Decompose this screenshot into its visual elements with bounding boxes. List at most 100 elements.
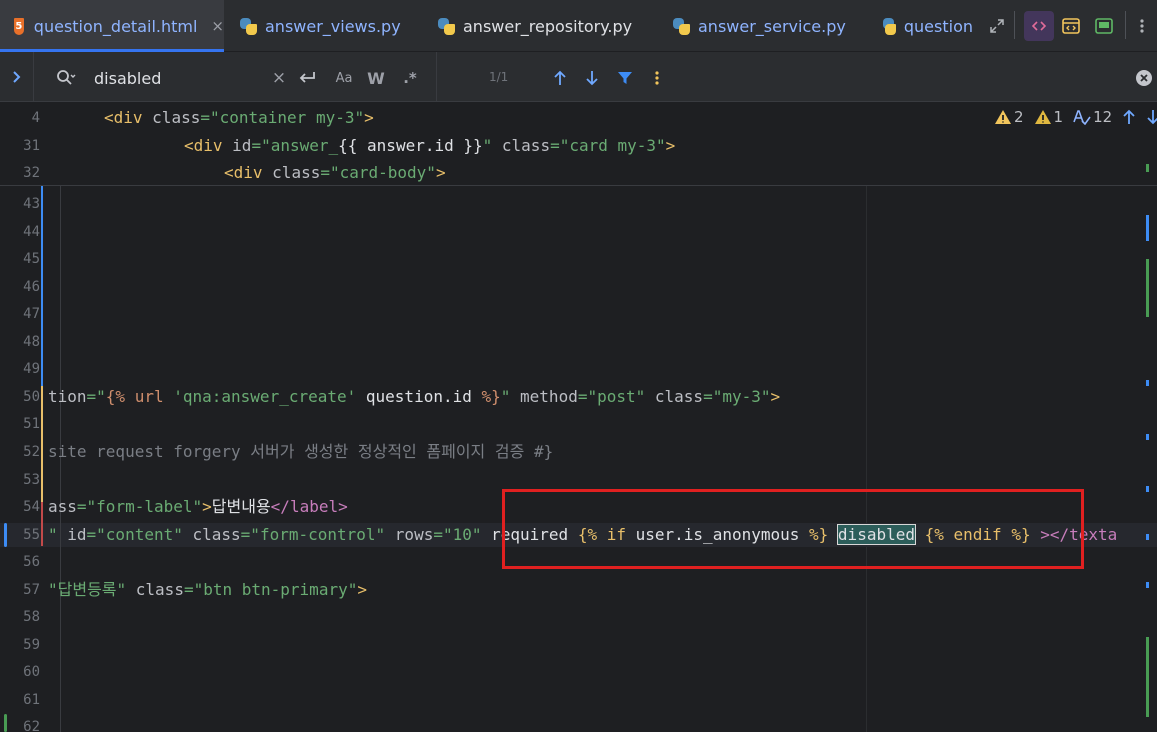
code-line[interactable]: tion="{% url 'qna:answer_create' questio… bbox=[48, 385, 780, 409]
whole-words-button[interactable]: W bbox=[364, 65, 388, 91]
close-find-bar-icon[interactable] bbox=[1133, 65, 1155, 91]
scrollbar-marker bbox=[1146, 486, 1149, 492]
code-editor[interactable]: 43 44 45 46 47 48 49 50 tion="{% url 'qna:answer… bbox=[0, 102, 1157, 732]
code-token: ="form-control" bbox=[240, 524, 395, 544]
code-token: > bbox=[770, 386, 781, 406]
previous-problem-icon[interactable] bbox=[1122, 109, 1136, 125]
toolbar-divider bbox=[1125, 11, 1126, 39]
line-number[interactable]: 58 bbox=[0, 606, 40, 628]
line-number[interactable]: 31 bbox=[0, 135, 40, 157]
code-line[interactable]: <div id="answer_{{ answer.id }}" class="… bbox=[184, 134, 675, 158]
typos-count: 12 bbox=[1093, 108, 1113, 126]
vcs-change-marker bbox=[41, 186, 43, 386]
next-problem-icon[interactable] bbox=[1146, 109, 1157, 125]
code-token: class bbox=[272, 163, 321, 183]
close-tab-icon[interactable]: × bbox=[211, 17, 224, 35]
code-token: class bbox=[192, 524, 241, 544]
line-number[interactable]: 44 bbox=[0, 221, 40, 243]
code-token: <div bbox=[104, 108, 153, 127]
html-file-icon: 5 bbox=[14, 17, 24, 35]
line-number[interactable]: 61 bbox=[0, 689, 40, 711]
code-token: tion bbox=[48, 386, 87, 406]
code-token: method bbox=[520, 386, 578, 406]
scrollbar-marker bbox=[1146, 259, 1149, 317]
filter-icon[interactable] bbox=[613, 65, 637, 91]
layout-icon[interactable] bbox=[1089, 11, 1119, 41]
clear-search-button[interactable]: × bbox=[270, 65, 288, 91]
match-case-button[interactable]: Aa bbox=[332, 65, 356, 91]
code-line[interactable]: site request forgery 서버가 생성한 정상적인 폼페이지 검… bbox=[48, 440, 553, 464]
code-line[interactable]: <div class="card-body"> bbox=[224, 161, 446, 185]
line-number[interactable]: 46 bbox=[0, 276, 40, 298]
line-number[interactable]: 47 bbox=[0, 303, 40, 325]
tab-answer-service-py[interactable]: answer_service.py bbox=[673, 0, 858, 52]
previous-occurrence-icon[interactable] bbox=[548, 65, 572, 91]
tab-label: answer_repository.py bbox=[463, 16, 633, 36]
tab-answer-views-py[interactable]: answer_views.py bbox=[240, 0, 410, 52]
search-input[interactable] bbox=[94, 66, 264, 90]
code-token: ="card-body" bbox=[320, 163, 436, 183]
expand-replace-toggle[interactable] bbox=[0, 52, 34, 102]
code-token: > bbox=[364, 108, 374, 127]
line-number[interactable]: 57 bbox=[0, 579, 40, 601]
code-token: =" bbox=[86, 386, 106, 406]
line-number[interactable]: 51 bbox=[0, 413, 40, 435]
tab-question-detail-html[interactable]: 5 question_detail.html × bbox=[0, 0, 224, 52]
scrollbar-marker bbox=[1146, 215, 1149, 241]
line-number[interactable]: 62 bbox=[0, 716, 40, 732]
line-number[interactable]: 45 bbox=[0, 248, 40, 270]
code-line[interactable]: "답변등록" class="btn btn-primary"> bbox=[48, 578, 367, 602]
toolbar-divider bbox=[1014, 11, 1015, 39]
code-line[interactable]: <div class="container my-3"> bbox=[104, 106, 374, 130]
python-file-icon bbox=[883, 17, 896, 35]
editor-tab-bar: 5 question_detail.html × answer_views.py… bbox=[0, 0, 1157, 52]
line-number[interactable]: 60 bbox=[0, 661, 40, 683]
line-number[interactable]: 59 bbox=[0, 634, 40, 656]
code-token: %} bbox=[481, 386, 501, 406]
line-number[interactable]: 55 bbox=[0, 524, 40, 546]
preview-icon[interactable] bbox=[1056, 11, 1086, 41]
line-number[interactable]: 49 bbox=[0, 358, 40, 380]
python-file-icon bbox=[438, 17, 455, 35]
newline-icon[interactable] bbox=[296, 65, 318, 91]
line-number[interactable]: 52 bbox=[0, 441, 40, 463]
scrollbar-marker bbox=[1146, 582, 1149, 588]
spellcheck-icon bbox=[1073, 110, 1091, 125]
line-number[interactable]: 48 bbox=[0, 331, 40, 353]
line-number[interactable]: 56 bbox=[0, 551, 40, 573]
line-number[interactable]: 4 bbox=[0, 107, 40, 129]
code-view-icon[interactable] bbox=[1024, 11, 1054, 41]
code-token: id bbox=[232, 135, 252, 155]
scrollbar-marker bbox=[1146, 164, 1149, 172]
code-token: ="container my-3" bbox=[200, 108, 365, 127]
typos-indicator[interactable]: 12 bbox=[1073, 108, 1112, 126]
code-token: class bbox=[654, 386, 704, 406]
line-number[interactable]: 50 bbox=[0, 386, 40, 408]
warnings-indicator[interactable]: 2 bbox=[994, 108, 1024, 126]
code-token: site request forgery 서버가 생성한 정상적인 폼페이지 검… bbox=[48, 441, 554, 461]
tab-question-truncated[interactable]: question bbox=[883, 0, 973, 52]
code-token: ="10" bbox=[433, 524, 492, 544]
more-vertical-icon[interactable] bbox=[1130, 11, 1154, 41]
line-number[interactable]: 53 bbox=[0, 469, 40, 491]
more-options-icon[interactable] bbox=[645, 65, 669, 91]
inspection-widget[interactable]: 2 1 12 bbox=[994, 108, 1157, 126]
line-number[interactable]: 43 bbox=[0, 193, 40, 215]
weak-warnings-indicator[interactable]: 1 bbox=[1034, 108, 1063, 126]
code-token: ass bbox=[48, 497, 77, 517]
code-token: ="btn btn-primary" bbox=[183, 579, 358, 599]
scrollbar-marker bbox=[1146, 434, 1149, 440]
search-history-icon[interactable] bbox=[56, 68, 76, 88]
scrollbar-marker bbox=[1146, 637, 1149, 717]
regex-button[interactable]: .* bbox=[398, 65, 422, 91]
tab-answer-repository-py[interactable]: answer_repository.py bbox=[438, 0, 648, 52]
code-token: " bbox=[48, 524, 68, 544]
expand-icon[interactable] bbox=[982, 11, 1012, 41]
line-number[interactable]: 32 bbox=[0, 162, 40, 184]
code-token: > bbox=[435, 163, 446, 183]
tab-label: answer_views.py bbox=[265, 16, 401, 36]
code-line[interactable]: ass="form-label">답변내용</label> bbox=[48, 495, 348, 519]
next-occurrence-icon[interactable] bbox=[580, 65, 604, 91]
line-number[interactable]: 54 bbox=[0, 496, 40, 518]
tab-label: question_detail.html bbox=[33, 16, 198, 36]
